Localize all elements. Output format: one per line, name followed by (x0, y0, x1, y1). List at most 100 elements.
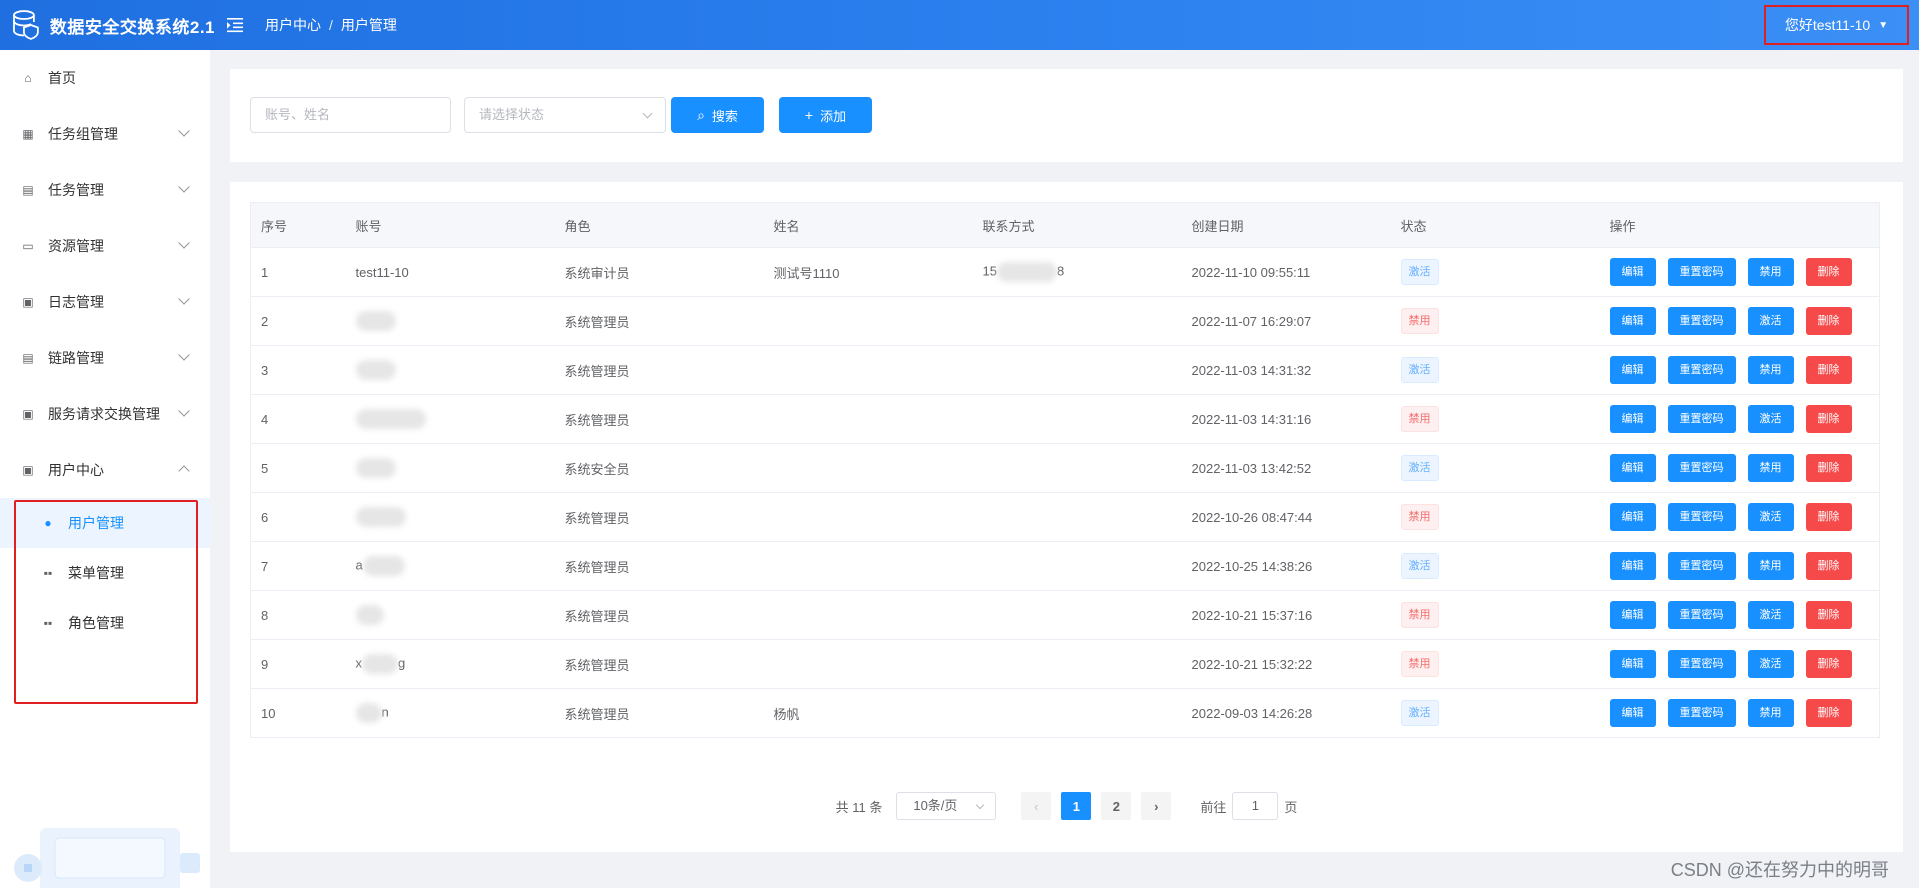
toggle-status-button[interactable]: 激活 (1747, 405, 1794, 433)
sidebar-item-link[interactable]: ▤ 链路管理 (0, 330, 210, 386)
column-header: 联系方式 (972, 202, 1182, 248)
sidebar-item-label: 任务组管理 (48, 126, 118, 142)
reset-password-button[interactable]: 重置密码 (1667, 552, 1736, 580)
edit-button[interactable]: 编辑 (1609, 601, 1656, 629)
cell-date: 2022-11-03 13:42:52 (1191, 460, 1312, 476)
edit-button[interactable]: 编辑 (1609, 356, 1656, 384)
reset-password-button[interactable]: 重置密码 (1667, 405, 1736, 433)
add-button[interactable]: + 添加 (779, 97, 872, 133)
status-select-placeholder: 请选择状态 (479, 107, 545, 122)
delete-button[interactable]: 删除 (1805, 307, 1852, 335)
cell-account (346, 346, 555, 395)
toggle-status-button[interactable]: 激活 (1747, 601, 1794, 629)
toggle-status-button[interactable]: 禁用 (1747, 258, 1794, 286)
cell-status: 激活 (1391, 542, 1600, 591)
cell-account (346, 591, 555, 640)
account-search-input[interactable]: 账号、姓名 (250, 97, 451, 133)
page-size-select[interactable]: 10条/页 (896, 792, 997, 820)
edit-button[interactable]: 编辑 (1609, 307, 1656, 335)
reset-password-button[interactable]: 重置密码 (1667, 356, 1736, 384)
user-menu-dropdown[interactable]: 您好test11-10 ▼ (1764, 5, 1909, 45)
cell-actions: 编辑 重置密码 激活 删除 (1600, 640, 1880, 689)
edit-button[interactable]: 编辑 (1609, 405, 1656, 433)
edit-button[interactable]: 编辑 (1609, 454, 1656, 482)
column-header: 序号 (250, 202, 346, 248)
reset-password-button[interactable]: 重置密码 (1667, 307, 1736, 335)
cell-name (764, 444, 973, 493)
sidebar-item-service-exchange[interactable]: ▣ 服务请求交换管理 (0, 386, 210, 442)
toggle-status-button[interactable]: 禁用 (1747, 552, 1794, 580)
cell-status: 禁用 (1391, 591, 1600, 640)
reset-password-button[interactable]: 重置密码 (1667, 699, 1736, 727)
page-button-2[interactable]: 2 (1101, 792, 1132, 820)
cell-no: 8 (261, 607, 269, 623)
toggle-status-button[interactable]: 激活 (1747, 650, 1794, 678)
delete-button[interactable]: 删除 (1805, 258, 1852, 286)
edit-button[interactable]: 编辑 (1609, 699, 1656, 727)
breadcrumb-item-user-center[interactable]: 用户中心 (265, 15, 321, 35)
status-badge: 禁用 (1400, 602, 1439, 628)
reset-password-button[interactable]: 重置密码 (1667, 258, 1736, 286)
delete-button[interactable]: 删除 (1805, 552, 1852, 580)
reset-password-button[interactable]: 重置密码 (1667, 454, 1736, 482)
page-button-1[interactable]: 1 (1061, 792, 1092, 820)
toggle-status-button[interactable]: 禁用 (1747, 699, 1794, 727)
delete-button[interactable]: 删除 (1805, 405, 1852, 433)
edit-button[interactable]: 编辑 (1609, 258, 1656, 286)
cell-contact (973, 591, 1182, 640)
chevron-down-icon (642, 108, 653, 119)
cell-actions: 编辑 重置密码 禁用 删除 (1600, 346, 1880, 395)
cell-account (346, 493, 555, 542)
cell-actions: 编辑 重置密码 激活 删除 (1600, 395, 1880, 444)
cell-date: 2022-10-21 15:32:22 (1191, 656, 1313, 672)
cell-name (764, 493, 973, 542)
cell-contact (973, 395, 1182, 444)
cell-date: 2022-11-07 16:29:07 (1191, 313, 1312, 329)
next-page-button[interactable]: › (1141, 792, 1172, 820)
cell-date: 2022-10-25 14:38:26 (1191, 558, 1313, 574)
sidebar-item-resource[interactable]: ▭ 资源管理 (0, 218, 210, 274)
cell-role: 系统审计员 (564, 265, 630, 281)
reset-password-button[interactable]: 重置密码 (1667, 601, 1736, 629)
prev-page-button[interactable]: ‹ (1021, 792, 1052, 820)
delete-button[interactable]: 删除 (1805, 356, 1852, 384)
sidebar-item-task[interactable]: ▤ 任务管理 (0, 162, 210, 218)
edit-button[interactable]: 编辑 (1609, 650, 1656, 678)
chevron-down-icon (178, 237, 190, 249)
delete-button[interactable]: 删除 (1805, 454, 1852, 482)
delete-button[interactable]: 删除 (1805, 503, 1852, 531)
menu-fold-icon[interactable] (227, 17, 245, 33)
sidebar-subitem-user-management[interactable]: ● 用户管理 (0, 498, 210, 548)
cell-actions: 编辑 重置密码 激活 删除 (1600, 591, 1880, 640)
reset-password-button[interactable]: 重置密码 (1667, 503, 1736, 531)
account-text: a (355, 557, 363, 573)
sidebar-item-log[interactable]: ▣ 日志管理 (0, 274, 210, 330)
cell-actions: 编辑 重置密码 禁用 删除 (1600, 689, 1880, 738)
edit-button[interactable]: 编辑 (1609, 503, 1656, 531)
sidebar-item-task-group[interactable]: ▦ 任务组管理 (0, 106, 210, 162)
table-row: 9 x g 系统管理员 2022-10-21 15:32:22 禁用 编辑 重置密码 激活 删除 (250, 640, 1880, 689)
delete-button[interactable]: 删除 (1805, 650, 1852, 678)
toggle-status-button[interactable]: 禁用 (1747, 454, 1794, 482)
goto-page-input[interactable]: 1 (1232, 792, 1279, 820)
toggle-status-button[interactable]: 激活 (1747, 503, 1794, 531)
delete-button[interactable]: 删除 (1805, 601, 1852, 629)
sidebar-subitem-role-management[interactable]: ▪▪ 角色管理 (0, 598, 210, 648)
toggle-status-button[interactable]: 激活 (1747, 307, 1794, 335)
cell-status: 激活 (1391, 346, 1600, 395)
cell-no: 10 (261, 705, 276, 721)
status-badge: 激活 (1400, 455, 1439, 481)
search-button[interactable]: ⌕ 搜索 (671, 97, 764, 133)
cell-no: 6 (261, 509, 269, 525)
status-select[interactable]: 请选择状态 (464, 97, 666, 133)
reset-password-button[interactable]: 重置密码 (1667, 650, 1736, 678)
redacted-mask (355, 507, 406, 527)
document-icon: ▤ (22, 183, 34, 197)
delete-button[interactable]: 删除 (1805, 699, 1852, 727)
sidebar-item-home[interactable]: ⌂ 首页 (0, 50, 210, 106)
edit-button[interactable]: 编辑 (1609, 552, 1656, 580)
sidebar-subitem-menu-management[interactable]: ▪▪ 菜单管理 (0, 548, 210, 598)
sidebar-item-user-center[interactable]: ▣ 用户中心 (0, 442, 210, 498)
logo[interactable]: 数据安全交换系统2.1 (0, 10, 215, 40)
toggle-status-button[interactable]: 禁用 (1747, 356, 1794, 384)
